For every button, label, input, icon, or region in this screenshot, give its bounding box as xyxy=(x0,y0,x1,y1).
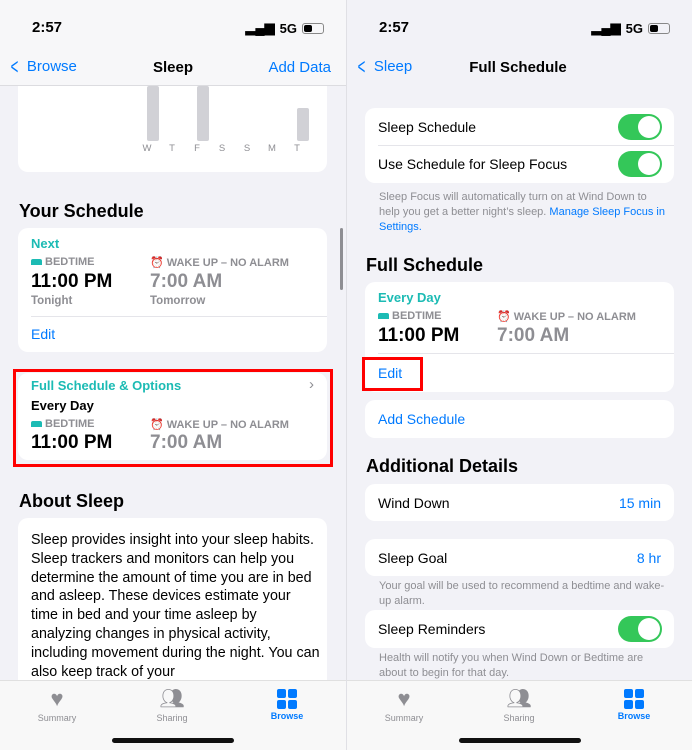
wake-value: 7:00 AM xyxy=(150,271,223,292)
about-text: Sleep provides insight into your sleep h… xyxy=(31,532,320,680)
scrollbar[interactable] xyxy=(340,228,343,290)
section-title: Additional Details xyxy=(366,456,519,476)
goal-note: Your goal will be used to recommend a be… xyxy=(379,580,665,607)
full-schedule-screen: 2:57 ▂▄▆ 5G < Sleep Full Schedule Sleep Sc… xyxy=(346,0,692,750)
about-card: Sleep provides insight into your sleep h… xyxy=(18,518,327,698)
people-icon: 👥︎ xyxy=(159,688,185,710)
battery-icon xyxy=(648,22,670,34)
tab-sharing[interactable]: 👥︎ Sharing xyxy=(132,687,212,723)
highlight-box xyxy=(362,357,423,391)
bedtime-value: 11:00 PM xyxy=(378,325,460,346)
wake-sub: Tomorrow xyxy=(150,295,206,307)
row-label: Wind Down xyxy=(378,495,450,511)
toggle-label: Sleep Schedule xyxy=(378,119,477,135)
highlight-box xyxy=(13,369,333,467)
row-label: Sleep Reminders xyxy=(378,621,486,637)
edit-button[interactable]: Edit xyxy=(31,326,55,342)
tab-browse[interactable]: Browse xyxy=(594,687,674,721)
chart-bar xyxy=(297,108,309,141)
day-label: S xyxy=(243,143,251,154)
grid-icon xyxy=(277,689,297,709)
day-label: F xyxy=(194,143,200,154)
status-time: 2:57 xyxy=(379,19,410,36)
row-value: 8 hr xyxy=(636,550,661,566)
home-indicator[interactable] xyxy=(112,738,234,743)
tab-sharing[interactable]: 👥︎ Sharing xyxy=(479,687,559,723)
days-label: Every Day xyxy=(378,290,441,305)
signal-icon: ▂▄▆ xyxy=(591,20,621,35)
add-data-button[interactable]: Add Data xyxy=(268,59,331,76)
people-icon: 👥︎ xyxy=(506,688,532,710)
sleep-goal-row[interactable]: Sleep Goal 8 hr xyxy=(365,539,674,576)
bedtime-label: BEDTIME xyxy=(378,310,442,322)
next-label: Next xyxy=(31,236,60,251)
divider xyxy=(378,145,674,146)
row-label: Sleep Goal xyxy=(378,550,448,566)
heart-icon: ♥ xyxy=(397,686,411,711)
network-label: 5G xyxy=(279,20,297,36)
day-label: S xyxy=(218,143,226,154)
add-schedule-label: Add Schedule xyxy=(378,411,466,427)
sleep-screen: W T F S S M T 2:57 ▂▄▆ 5G < Browse Sleep A… xyxy=(0,0,346,750)
divider xyxy=(31,316,327,317)
sleep-reminders-toggle[interactable] xyxy=(618,616,662,642)
next-schedule-card: Next BEDTIME 11:00 PM Tonight ⏰ WAKE UP –… xyxy=(18,228,327,352)
heart-icon: ♥ xyxy=(50,686,64,711)
home-indicator[interactable] xyxy=(459,738,581,743)
divider xyxy=(378,353,674,354)
bedtime-value: 11:00 PM xyxy=(31,271,113,292)
day-label: W xyxy=(142,143,152,154)
section-title: Full Schedule xyxy=(366,255,484,275)
page-title: Full Schedule xyxy=(469,59,567,76)
alarm-icon: ⏰ xyxy=(497,311,511,323)
tab-browse[interactable]: Browse xyxy=(247,687,327,721)
reminders-note: Health will notify you when Wind Down or… xyxy=(379,652,644,679)
battery-icon xyxy=(302,22,324,34)
toggles-card: Sleep Schedule Use Schedule for Sleep Fo… xyxy=(365,108,674,183)
chart-bar xyxy=(197,86,209,141)
day-label: M xyxy=(268,143,276,154)
sleep-reminders-row: Sleep Reminders xyxy=(365,610,674,648)
day-label: T xyxy=(294,143,300,154)
status-indicators: ▂▄▆ 5G xyxy=(245,20,324,36)
row-value: 15 min xyxy=(618,495,661,511)
focus-note: Sleep Focus will automatically turn on a… xyxy=(379,191,665,233)
section-title: Your Schedule xyxy=(19,201,144,221)
alarm-icon: ⏰ xyxy=(150,257,164,269)
tab-summary[interactable]: ♥ Summary xyxy=(364,686,444,724)
day-label: T xyxy=(169,143,175,154)
bedtime-sub: Tonight xyxy=(31,295,73,307)
signal-icon: ▂▄▆ xyxy=(245,20,275,35)
bed-icon xyxy=(378,313,389,319)
add-schedule-button[interactable]: Add Schedule xyxy=(365,400,674,438)
bedtime-label: BEDTIME xyxy=(31,256,95,268)
tab-summary[interactable]: ♥ Summary xyxy=(17,686,97,724)
sleep-schedule-toggle[interactable] xyxy=(618,114,662,140)
bed-icon xyxy=(31,259,42,265)
sleep-focus-toggle[interactable] xyxy=(618,151,662,177)
wind-down-row[interactable]: Wind Down 15 min xyxy=(365,484,674,521)
section-title: About Sleep xyxy=(19,491,125,511)
grid-icon xyxy=(624,689,644,709)
status-time: 2:57 xyxy=(32,19,63,36)
network-label: 5G xyxy=(625,20,643,36)
wake-value: 7:00 AM xyxy=(497,325,570,346)
wake-label: ⏰ WAKE UP – NO ALARM xyxy=(150,256,289,270)
chart-bar xyxy=(147,86,159,141)
toggle-label: Use Schedule for Sleep Focus xyxy=(378,156,568,172)
status-indicators: ▂▄▆ 5G xyxy=(591,20,670,36)
wake-label: ⏰ WAKE UP – NO ALARM xyxy=(497,310,636,324)
